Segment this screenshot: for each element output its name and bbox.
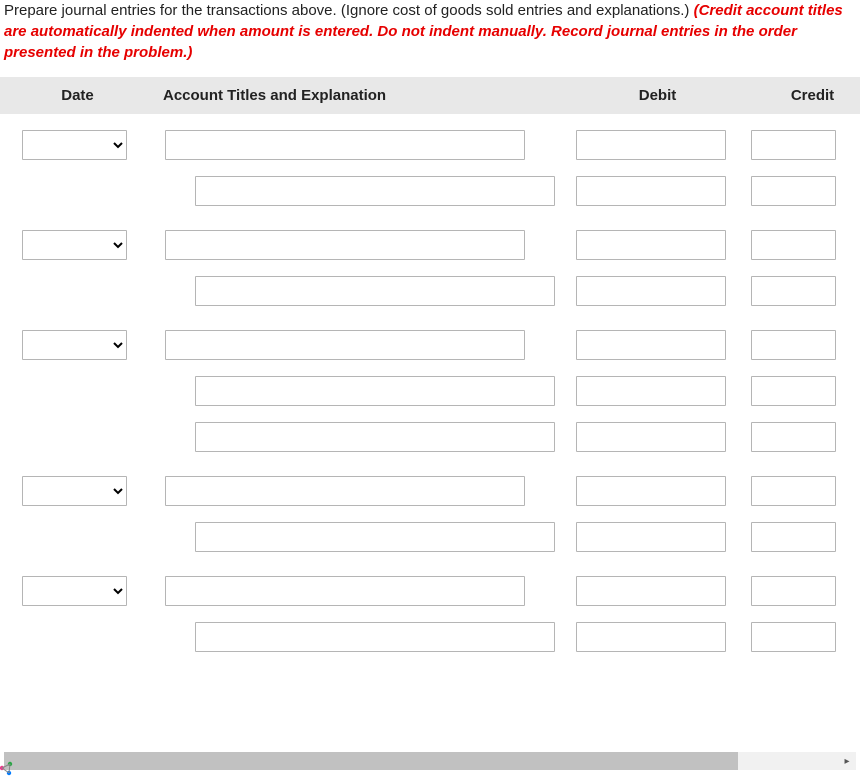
credit-input[interactable] [751, 576, 836, 606]
table-row [0, 614, 860, 660]
account-input[interactable] [165, 576, 525, 606]
instruction-block: Prepare journal entries for the transact… [0, 0, 860, 77]
debit-input[interactable] [576, 576, 726, 606]
debit-input[interactable] [576, 230, 726, 260]
table-row [0, 268, 860, 314]
debit-input[interactable] [576, 422, 726, 452]
horizontal-scrollbar[interactable]: ▸ [4, 752, 856, 770]
table-header-row: Date Account Titles and Explanation Debi… [0, 77, 860, 114]
credit-input[interactable] [751, 276, 836, 306]
journal-table-wrap: Date Account Titles and Explanation Debi… [0, 77, 860, 660]
debit-input[interactable] [576, 130, 726, 160]
credit-input[interactable] [751, 376, 836, 406]
account-input[interactable] [195, 622, 555, 652]
account-input[interactable] [195, 522, 555, 552]
credit-input[interactable] [751, 622, 836, 652]
date-select[interactable] [22, 476, 127, 506]
table-row [0, 222, 860, 268]
debit-input[interactable] [576, 622, 726, 652]
account-input[interactable] [195, 422, 555, 452]
table-row [0, 568, 860, 614]
account-input[interactable] [165, 130, 525, 160]
header-account: Account Titles and Explanation [155, 77, 570, 114]
debit-input[interactable] [576, 376, 726, 406]
table-row [0, 168, 860, 214]
date-select[interactable] [22, 330, 127, 360]
credit-input[interactable] [751, 230, 836, 260]
debit-input[interactable] [576, 330, 726, 360]
account-input[interactable] [165, 230, 525, 260]
credit-input[interactable] [751, 130, 836, 160]
table-row [0, 414, 860, 460]
account-input[interactable] [195, 176, 555, 206]
credit-input[interactable] [751, 422, 836, 452]
scrollbar-thumb[interactable] [4, 752, 738, 770]
header-credit: Credit [745, 77, 860, 114]
table-row [0, 368, 860, 414]
account-input[interactable] [165, 330, 525, 360]
journal-table: Date Account Titles and Explanation Debi… [0, 77, 860, 660]
instruction-text: Prepare journal entries for the transact… [4, 2, 694, 19]
account-input[interactable] [165, 476, 525, 506]
credit-input[interactable] [751, 176, 836, 206]
header-debit: Debit [570, 77, 745, 114]
debit-input[interactable] [576, 276, 726, 306]
date-select[interactable] [22, 576, 127, 606]
date-select[interactable] [22, 130, 127, 160]
account-input[interactable] [195, 276, 555, 306]
table-row [0, 322, 860, 368]
date-select[interactable] [22, 230, 127, 260]
credit-input[interactable] [751, 330, 836, 360]
credit-input[interactable] [751, 522, 836, 552]
table-row [0, 122, 860, 168]
credit-input[interactable] [751, 476, 836, 506]
table-row [0, 468, 860, 514]
table-row [0, 514, 860, 560]
account-input[interactable] [195, 376, 555, 406]
scroll-right-arrow[interactable]: ▸ [838, 752, 856, 770]
corner-widget-icon [0, 754, 22, 776]
debit-input[interactable] [576, 522, 726, 552]
scrollbar-track[interactable] [4, 752, 838, 770]
debit-input[interactable] [576, 176, 726, 206]
header-date: Date [0, 77, 155, 114]
debit-input[interactable] [576, 476, 726, 506]
